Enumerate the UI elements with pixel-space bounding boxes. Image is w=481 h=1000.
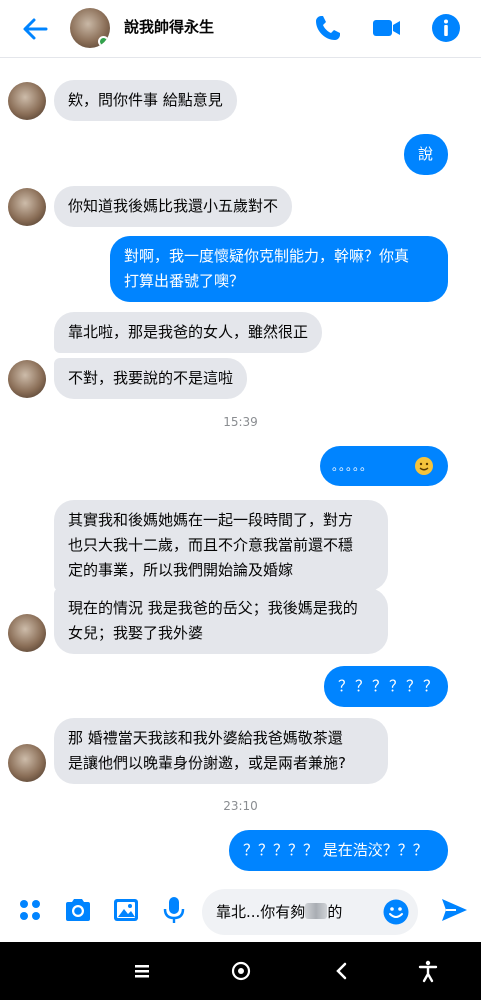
message-line: 也只大我十二歲，而且不介意我當前還不穩 [68,536,354,554]
system-navigation-bar [0,942,481,1000]
home-icon[interactable] [229,959,253,983]
back-icon[interactable] [330,959,354,983]
image-icon[interactable] [110,894,142,926]
message-bubble-incoming[interactable]: 不對，我要說的不是這啦 [54,358,248,399]
message-bubble-incoming[interactable]: 現在的情況 我是我爸的岳父；我後媽是我的 女兒；我娶了我外婆 [54,588,388,654]
message-line: 其實我和後媽她媽在一起一段時間了，對方 [68,511,354,529]
send-icon[interactable] [438,894,470,926]
message-bubble-outgoing[interactable]: ？？？？？？ [324,666,448,707]
message-bubble-outgoing[interactable]: 說 [404,134,448,175]
chat-header: 說我帥得永生 [0,0,481,58]
contact-avatar-small[interactable] [8,744,46,782]
message-line: 定的事業，所以我們開始論及婚嫁 [68,561,294,579]
contact-avatar[interactable] [70,8,110,48]
camera-icon[interactable] [62,894,94,926]
contact-avatar-small[interactable] [8,614,46,652]
message-composer: 靠北...你有夠的 [0,880,481,942]
emoji-icon[interactable] [382,898,410,926]
recent-apps-icon[interactable] [130,959,154,983]
online-status-dot [98,36,109,47]
smiley-emoji-icon [415,457,433,475]
timestamp: 23:10 [223,799,258,813]
message-bubble-incoming[interactable]: 靠北啦，那是我爸的女人，雖然很正 [54,312,323,353]
contact-avatar-small[interactable] [8,82,46,120]
microphone-icon[interactable] [158,894,190,926]
message-line: 對啊，我一度懷疑你克制能力，幹嘛？你真 [124,247,410,265]
message-bubble-outgoing[interactable]: 對啊，我一度懷疑你克制能力，幹嘛？你真 打算出番號了噢？ [110,236,448,302]
message-line: 那 婚禮當天我該和我外婆給我爸媽敬茶還 [68,729,343,747]
back-arrow-icon[interactable] [18,12,52,46]
message-bubble-incoming[interactable]: 欸，問你件事 給點意見 [54,80,237,121]
apps-icon[interactable] [14,894,46,926]
message-bubble-incoming[interactable]: 那 婚禮當天我該和我外婆給我爸媽敬茶還 是讓他們以晚輩身份謝邀，或是兩者兼施? [54,718,388,784]
contact-avatar-small[interactable] [8,360,46,398]
message-text: 。。。。。 [332,459,374,473]
phone-icon[interactable] [312,12,344,44]
accessibility-icon[interactable] [416,959,440,983]
message-bubble-incoming[interactable]: 你知道我後媽比我還小五歲對不 [54,186,293,227]
message-input[interactable]: 靠北...你有夠的 [202,889,418,935]
message-line: 是讓他們以晚輩身份謝邀，或是兩者兼施? [68,754,346,772]
message-input-value: 靠北...你有夠的 [216,903,343,921]
message-bubble-outgoing[interactable]: ？？？？？ 是在浩洨？？？ [229,830,448,871]
contact-name[interactable]: 說我帥得永生 [124,16,214,37]
blurred-text-redaction [305,903,328,919]
timestamp: 15:39 [223,415,258,429]
message-line: 打算出番號了噢？ [124,272,245,290]
message-bubble-incoming[interactable]: 其實我和後媽她媽在一起一段時間了，對方 也只大我十二歲，而且不介意我當前還不穩 … [54,500,388,591]
message-line: 女兒；我娶了我外婆 [68,624,204,642]
video-camera-icon[interactable] [370,12,402,44]
info-icon[interactable] [430,12,462,44]
contact-avatar-small[interactable] [8,188,46,226]
message-bubble-outgoing[interactable]: 。。。。。 [320,446,448,486]
message-thread[interactable]: 欸，問你件事 給點意見 說 你知道我後媽比我還小五歲對不 對啊，我一度懷疑你克制… [0,58,481,880]
message-line: 現在的情況 我是我爸的岳父；我後媽是我的 [68,599,358,617]
